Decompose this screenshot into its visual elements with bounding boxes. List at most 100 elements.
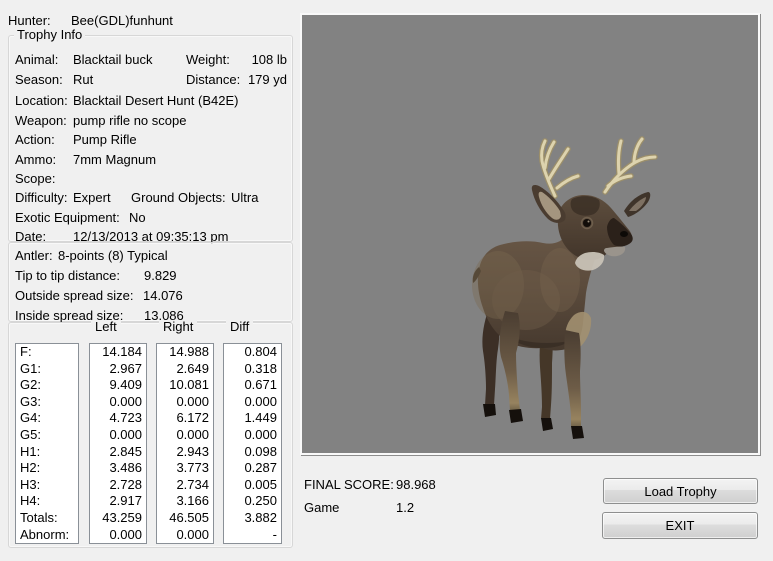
right-value: 6.172 [176, 410, 209, 426]
diff-value: 0.671 [244, 377, 277, 393]
load-trophy-button[interactable]: Load Trophy [603, 478, 758, 504]
diff-value: 0.804 [244, 344, 277, 359]
row-outside-spread: Outside spread size: 14.076 [9, 288, 292, 304]
diff-value: 0.098 [244, 443, 277, 459]
row-action: Action: Pump Rifle [9, 132, 292, 148]
location-label: Location: [15, 93, 68, 108]
animal-label: Animal: [15, 52, 59, 67]
row-ammo: Ammo: 7mm Magnum [9, 152, 292, 168]
right-value: 2.943 [176, 443, 209, 459]
final-score-label: FINAL SCORE: [304, 477, 394, 492]
exotic-equipment-value: No [129, 210, 146, 225]
weapon-label: Weapon: [15, 113, 67, 128]
action-label: Action: [15, 132, 55, 147]
diff-value: 0.000 [244, 426, 277, 442]
final-score-value: 98.968 [396, 477, 436, 492]
measure-label: H2: [20, 460, 41, 476]
deer-far-ear [624, 192, 651, 217]
left-value: 3.486 [109, 460, 142, 476]
left-value: 43.259 [102, 509, 142, 525]
hunter-value: Bee(GDL)funhunt [71, 13, 173, 28]
measure-label: G4: [20, 410, 41, 426]
measure-label: G1: [20, 360, 41, 376]
diff-value: 0.000 [244, 393, 277, 409]
right-value: 10.081 [169, 377, 209, 393]
diff-value: 0.287 [244, 460, 277, 476]
diff-value: 0.250 [244, 493, 277, 509]
ammo-label: Ammo: [15, 152, 57, 167]
diff-value: 1.449 [244, 410, 277, 426]
ground-objects-label: Ground Objects: [131, 190, 226, 205]
scope-label: Scope: [15, 171, 56, 186]
antler-summary-box: Antler: 8-points (8) Typical Tip to tip … [8, 242, 293, 323]
measure-label: G3: [20, 393, 41, 409]
measure-label: F: [20, 344, 32, 359]
location-value: Blacktail Desert Hunt (B42E) [73, 93, 239, 108]
left-value: 2.967 [109, 360, 142, 376]
deer-nose [620, 231, 628, 237]
measurements-box: Left Right Diff F: G1: G2: G3: G4: G5: H… [8, 320, 293, 548]
row-difficulty: Difficulty: Expert Ground Objects: Ultra [9, 190, 292, 206]
left-column-header: Left [91, 320, 121, 334]
difficulty-value: Expert [73, 190, 111, 205]
row-location: Location: Blacktail Desert Hunt (B42E) [9, 93, 292, 109]
diff-values-listbox[interactable]: 0.804 0.318 0.671 0.000 1.449 0.000 0.09… [223, 343, 282, 544]
trophy-3d-viewport[interactable] [300, 13, 760, 455]
distance-label: Distance: [186, 72, 241, 87]
weapon-value: pump rifle no scope [73, 113, 187, 128]
left-value: 2.917 [109, 493, 142, 509]
diff-value: 0.005 [244, 476, 277, 492]
exit-button[interactable]: EXIT [602, 512, 758, 539]
trophy-info-groupbox: Trophy Info Animal: Blacktail buck Weigh… [8, 28, 293, 244]
right-value: 2.734 [176, 476, 209, 492]
antler-value: 8-points (8) Typical [58, 248, 168, 263]
diff-column-header: Diff [226, 320, 254, 334]
right-value: 0.000 [176, 526, 209, 542]
measure-labels-listbox[interactable]: F: G1: G2: G3: G4: G5: H1: H2: H3: H4: T… [15, 343, 79, 544]
season-value: Rut [73, 72, 94, 87]
measure-label: Totals: [20, 509, 58, 525]
weight-label: Weight: [186, 52, 230, 67]
weight-value: 108 lb [251, 52, 287, 67]
measure-label: H4: [20, 493, 41, 509]
right-value: 3.773 [176, 460, 209, 476]
right-values-listbox[interactable]: 14.988 2.649 10.081 0.000 6.172 0.000 2.… [156, 343, 214, 544]
right-column-header: Right [159, 320, 198, 334]
diff-value: 3.882 [244, 509, 277, 525]
left-value: 0.000 [109, 393, 142, 409]
measure-label: Abnorm: [20, 526, 70, 542]
outside-spread-label: Outside spread size: [15, 288, 134, 303]
left-values-listbox[interactable]: 14.184 2.967 9.409 0.000 4.723 0.000 2.8… [89, 343, 147, 544]
right-value: 0.000 [176, 393, 209, 409]
right-value: 2.649 [176, 360, 209, 376]
left-value: 14.184 [102, 344, 142, 359]
diff-value: 0.318 [244, 360, 277, 376]
trophy-viewer-window: { "hunter": { "label": "Hunter:", "value… [0, 0, 773, 561]
game-label: Game [304, 500, 340, 515]
deer-eye [583, 219, 591, 227]
ammo-value: 7mm Magnum [73, 152, 157, 167]
antlers [538, 136, 658, 199]
ground-objects-value: Ultra [231, 190, 259, 205]
measure-label: G5: [20, 426, 41, 442]
distance-value: 179 yd [247, 72, 287, 87]
action-value: Pump Rifle [73, 132, 137, 147]
hunter-label: Hunter: [8, 13, 51, 28]
right-value: 0.000 [176, 426, 209, 442]
left-value: 0.000 [109, 426, 142, 442]
row-scope: Scope: [9, 171, 292, 187]
tip-to-tip-value: 9.829 [144, 268, 177, 283]
antler-label: Antler: [15, 248, 53, 263]
row-weapon: Weapon: pump rifle no scope [9, 113, 292, 129]
left-value: 9.409 [109, 377, 142, 393]
left-value: 0.000 [109, 526, 142, 542]
outside-spread-value: 14.076 [143, 288, 183, 303]
animal-value: Blacktail buck [73, 52, 153, 67]
deer-mouth [604, 246, 626, 257]
row-tip-to-tip: Tip to tip distance: 9.829 [9, 268, 292, 284]
trophy-info-title: Trophy Info [14, 28, 86, 42]
measure-label: H3: [20, 476, 41, 492]
left-value: 2.845 [109, 443, 142, 459]
game-version-value: 1.2 [396, 500, 415, 515]
row-season: Season: Rut Distance: 179 yd [9, 72, 292, 88]
